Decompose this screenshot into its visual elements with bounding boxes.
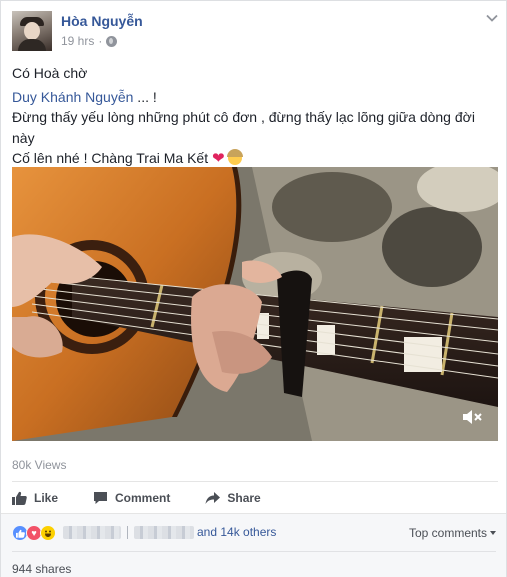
- author-name[interactable]: Hòa Nguyễn: [61, 13, 143, 29]
- video-player[interactable]: [12, 167, 498, 441]
- post-card: Hòa Nguyễn 19 hrs · Có Hoà chờ Duy Khánh…: [0, 0, 507, 577]
- guitar-video-frame: [12, 167, 498, 441]
- comment-button[interactable]: Comment: [93, 491, 170, 505]
- share-button[interactable]: Share: [205, 491, 261, 505]
- comment-label: Comment: [115, 491, 171, 505]
- reactor-names[interactable]: and 14k others: [63, 525, 276, 539]
- thumbs-up-icon: [12, 491, 27, 505]
- like-button[interactable]: Like: [12, 491, 58, 505]
- like-label: Like: [34, 491, 59, 505]
- caret-down-icon: [490, 531, 496, 535]
- mention-link[interactable]: Duy Khánh Nguyễn: [12, 89, 133, 105]
- post-text: Có Hoà chờ Duy Khánh Nguyễn ... ! Đừng t…: [12, 63, 498, 170]
- post-time[interactable]: 19 hrs: [61, 34, 94, 48]
- divider: [12, 481, 498, 482]
- action-bar: Like Comment Share: [12, 485, 498, 511]
- mute-icon[interactable]: [462, 409, 482, 425]
- post-line-1: Có Hoà chờ: [12, 65, 88, 81]
- reaction-footer: ♥ and 14k others Top comments 944 shares: [1, 513, 506, 577]
- view-count: 80k Views: [12, 458, 67, 472]
- others-count[interactable]: and 14k others: [197, 525, 276, 539]
- top-comments-dropdown[interactable]: Top comments: [409, 526, 496, 540]
- post-line-3: Đừng thấy yếu lòng những phút cô đơn , đ…: [12, 109, 475, 146]
- share-icon: [205, 492, 221, 504]
- blurred-name: [63, 525, 121, 539]
- top-comments-label: Top comments: [408, 526, 487, 540]
- post-header: Hòa Nguyễn 19 hrs ·: [12, 10, 498, 54]
- post-line-2: Duy Khánh Nguyễn ... !: [12, 88, 157, 105]
- divider: [12, 551, 496, 552]
- comment-icon: [94, 492, 108, 504]
- share-label: Share: [227, 491, 261, 505]
- woman-emoji-icon: [227, 149, 244, 165]
- share-count[interactable]: 944 shares: [12, 562, 71, 576]
- reaction-icons[interactable]: ♥: [12, 525, 56, 541]
- haha-reaction-icon: [40, 525, 56, 541]
- chevron-down-icon[interactable]: [486, 12, 498, 24]
- post-meta: 19 hrs ·: [61, 34, 118, 48]
- avatar[interactable]: [12, 11, 52, 51]
- blurred-name: [134, 525, 194, 539]
- heart-emoji-icon: ❤: [212, 150, 225, 167]
- globe-icon[interactable]: [106, 35, 118, 47]
